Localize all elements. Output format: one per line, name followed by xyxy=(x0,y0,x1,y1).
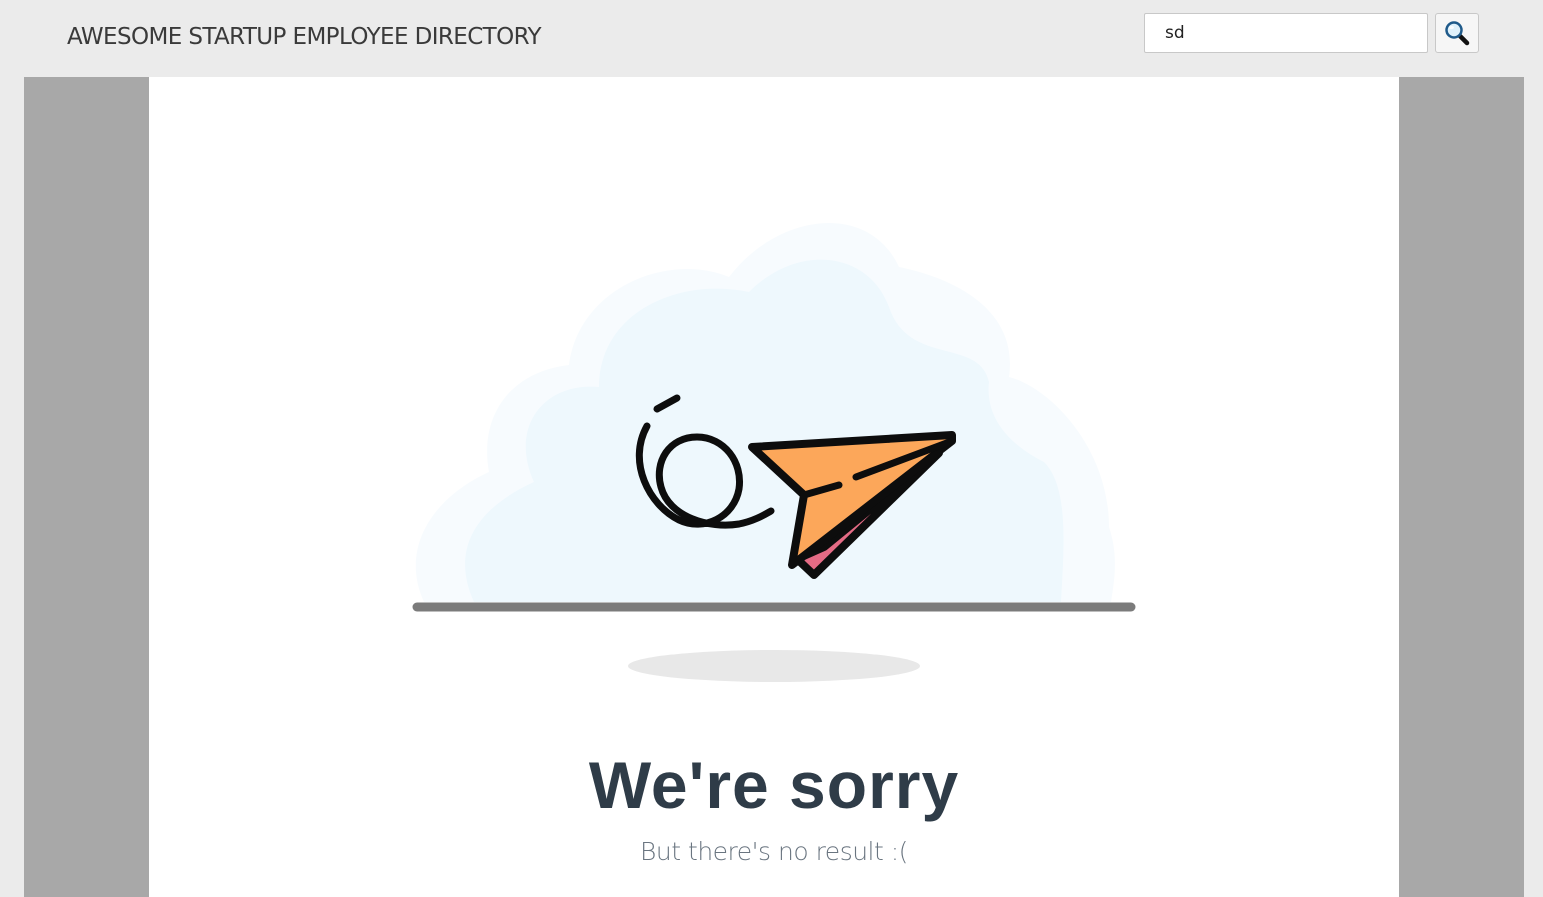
search-input[interactable] xyxy=(1144,13,1428,53)
magnifier-icon xyxy=(1445,21,1470,46)
empty-state-subtitle: But there's no result :( xyxy=(640,837,908,866)
app-header: AWESOME STARTUP EMPLOYEE DIRECTORY xyxy=(0,0,1543,77)
app-title: AWESOME STARTUP EMPLOYEE DIRECTORY xyxy=(67,24,542,50)
empty-state-title: We're sorry xyxy=(588,748,960,822)
ground-shadow xyxy=(628,650,920,682)
search-button[interactable] xyxy=(1435,13,1479,53)
main-area: We're sorry But there's no result :( xyxy=(24,77,1524,897)
results-panel: We're sorry But there's no result :( xyxy=(149,77,1399,897)
